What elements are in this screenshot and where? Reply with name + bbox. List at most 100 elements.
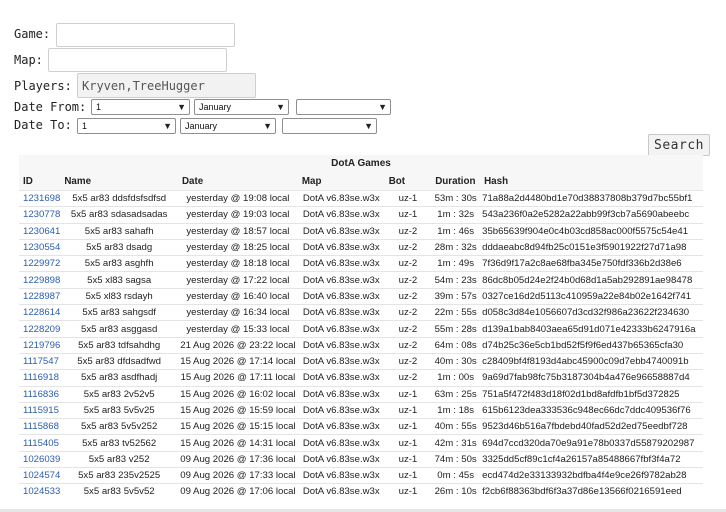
game-bot: uz-1	[384, 385, 432, 403]
game-date: 15 Aug 2026 @ 17:14 local	[177, 352, 298, 370]
game-id-link[interactable]: 1026039	[19, 450, 61, 468]
game-bot: uz-2	[384, 222, 432, 240]
game-id-link[interactable]: 1116918	[19, 369, 61, 387]
game-date: 15 Aug 2026 @ 16:02 local	[177, 385, 298, 403]
table-row: 1228614 5x5 ar83 sahgsdf yesterday @ 16:34…	[19, 304, 703, 321]
game-hash: 86dc8b05d24e2f24b0d68d1a5ab292891ae98478	[480, 271, 703, 289]
game-hash: 7f36d9f17a2c8ae68fba345e750fdf336b2d38e6	[480, 255, 703, 272]
col-header-bot: Bot	[388, 176, 406, 187]
to-month-select[interactable]: January ▼	[180, 118, 276, 134]
table-row: 1117547 5x5 ar83 dfdsadfwd 15 Aug 2026 @ 1…	[19, 352, 703, 370]
game-hash: 615b6123dea333536c948ec66dc7ddc409536f76	[480, 401, 703, 419]
game-map: DotA v6.83se.w3x	[297, 418, 385, 435]
game-name: 5x5 ar83 asghfh	[60, 255, 178, 272]
game-name: 5x5 ar83 dsadg	[60, 238, 178, 256]
map-input[interactable]	[48, 48, 227, 72]
game-map: DotA v6.83se.w3x	[297, 450, 385, 468]
game-map: DotA v6.83se.w3x	[297, 385, 385, 403]
game-date: yesterday @ 16:40 local	[177, 287, 298, 305]
game-date: yesterday @ 17:22 local	[177, 271, 298, 289]
game-id-link[interactable]: 1230554	[19, 238, 61, 256]
game-name: 5x5 ar83 v252	[60, 450, 178, 468]
table-row: 1024574 5x5 ar83 235v2525 09 Aug 2026 @ 17…	[19, 467, 703, 484]
game-id-link[interactable]: 1229972	[19, 255, 61, 272]
game-date: 15 Aug 2026 @ 15:59 local	[177, 401, 298, 419]
game-id-link[interactable]: 1230641	[19, 222, 61, 240]
chevron-down-icon: ▼	[177, 102, 186, 112]
to-month-value: January	[185, 121, 218, 131]
search-button[interactable]: Search	[648, 134, 710, 156]
players-input[interactable]	[77, 73, 256, 98]
game-name: 5x5 ar83 tv52562	[60, 434, 178, 452]
chevron-down-icon: ▼	[378, 102, 387, 112]
game-map: DotA v6.83se.w3x	[297, 467, 385, 484]
game-id-link[interactable]: 1228209	[19, 320, 61, 338]
game-hash: 35b65639f904e0c4b03cd858ac000f5575c54e41	[480, 222, 703, 240]
to-day-select[interactable]: 1 ▼	[77, 118, 176, 134]
game-id-link[interactable]: 1230778	[19, 206, 61, 224]
game-map: DotA v6.83se.w3x	[297, 369, 385, 387]
game-id-link[interactable]: 1115405	[19, 434, 61, 452]
game-date: 09 Aug 2026 @ 17:33 local	[177, 467, 298, 484]
table-row: 1230554 5x5 ar83 dsadg yesterday @ 18:25 l…	[19, 238, 703, 256]
from-month-value: January	[199, 102, 232, 112]
game-duration: 0m : 45s	[431, 467, 481, 484]
game-date: yesterday @ 16:34 local	[177, 304, 298, 321]
game-bot: uz-1	[384, 206, 432, 224]
game-duration: 63m : 25s	[431, 385, 481, 403]
game-map: DotA v6.83se.w3x	[297, 238, 385, 256]
game-bot: uz-2	[384, 287, 432, 305]
table-row: 1116918 5x5 ar83 asdfhadj 15 Aug 2026 @ 17…	[19, 369, 703, 387]
game-duration: 1m : 00s	[431, 369, 481, 387]
game-hash: 543a236f0a2e5282a22abb99f3cb7a5690abeebc	[480, 206, 703, 224]
game-hash: d74b25c36e5cb1bd52f5f9f6ed437b65365cfa30	[480, 336, 703, 354]
game-duration: 1m : 46s	[431, 222, 481, 240]
game-date: yesterday @ 19:03 local	[177, 206, 298, 224]
game-bot: uz-2	[384, 336, 432, 354]
game-id-link[interactable]: 1219796	[19, 336, 61, 354]
game-bot: uz-1	[384, 467, 432, 484]
game-duration: 1m : 49s	[431, 255, 481, 272]
game-id-link[interactable]: 1229898	[19, 271, 61, 289]
game-bot: uz-1	[384, 434, 432, 452]
table-row: 1229972 5x5 ar83 asghfh yesterday @ 18:18 …	[19, 255, 703, 272]
table-row: 1229898 5x5 xl83 sagsa yesterday @ 17:22 l…	[19, 271, 703, 289]
game-duration: 40m : 55s	[431, 418, 481, 435]
map-label: Map:	[14, 53, 43, 67]
table-row: 1115868 5x5 ar83 5v5v252 15 Aug 2026 @ 15:…	[19, 418, 703, 435]
to-year-select[interactable]: ▼	[282, 118, 377, 134]
game-id-link[interactable]: 1116836	[19, 385, 61, 403]
game-duration: 53m : 30s	[431, 189, 481, 207]
game-name: 5x5 ar83 sahgsdf	[60, 304, 178, 321]
games-panel: DotA Games ID Name Date Map Bot Duration…	[19, 155, 703, 500]
game-id-link[interactable]: 1228614	[19, 304, 61, 321]
table-row: 1115405 5x5 ar83 tv52562 15 Aug 2026 @ 14:…	[19, 434, 703, 452]
game-name: 5x5 ar83 asggasd	[60, 320, 178, 338]
game-date: yesterday @ 19:08 local	[177, 189, 298, 207]
game-id-link[interactable]: 1115868	[19, 418, 61, 435]
game-map: DotA v6.83se.w3x	[297, 304, 385, 321]
game-duration: 42m : 31s	[431, 434, 481, 452]
game-id-link[interactable]: 1117547	[19, 352, 61, 370]
date-to-label: Date To:	[14, 118, 72, 132]
date-from-label: Date From:	[14, 100, 87, 114]
game-hash: 751a5f472f483d18f02d1bd8afdfb1bf5d372825	[480, 385, 703, 403]
from-day-select[interactable]: 1 ▼	[91, 99, 190, 115]
game-duration: 1m : 18s	[431, 401, 481, 419]
game-id-link[interactable]: 1024533	[19, 483, 61, 500]
game-id-link[interactable]: 1231698	[19, 189, 61, 207]
game-id-link[interactable]: 1228987	[19, 287, 61, 305]
game-input[interactable]	[56, 23, 235, 47]
game-map: DotA v6.83se.w3x	[297, 287, 385, 305]
game-id-link[interactable]: 1115915	[19, 401, 61, 419]
col-header-id: ID	[23, 176, 33, 187]
game-map: DotA v6.83se.w3x	[297, 434, 385, 452]
col-header-duration: Duration	[435, 176, 476, 187]
game-id-link[interactable]: 1024574	[19, 467, 61, 484]
col-header-date: Date	[181, 176, 204, 187]
from-year-select[interactable]: ▼	[296, 99, 391, 115]
game-date: yesterday @ 18:18 local	[177, 255, 298, 272]
game-date: 15 Aug 2026 @ 14:31 local	[177, 434, 298, 452]
from-month-select[interactable]: January ▼	[194, 99, 289, 115]
game-map: DotA v6.83se.w3x	[297, 336, 385, 354]
